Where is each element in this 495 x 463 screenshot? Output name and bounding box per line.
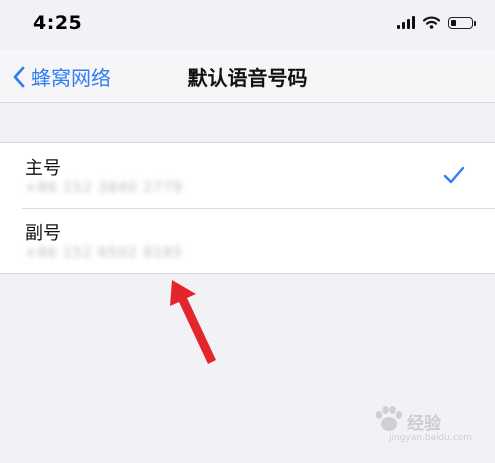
battery-level (451, 19, 456, 26)
line-label: 主号 (25, 158, 61, 179)
wifi-icon (423, 16, 440, 29)
status-time: 4:25 (33, 12, 83, 34)
battery-icon (448, 16, 476, 29)
watermark-brand: 经验 (407, 414, 441, 434)
checkmark-icon (443, 166, 465, 184)
cellular-signal-icon (397, 16, 415, 29)
status-bar: 4:25 (0, 0, 495, 50)
status-icons (397, 16, 476, 29)
navigation-bar: 蜂窝网络 默认语音号码 (0, 50, 495, 103)
list-item-secondary-line[interactable]: 副号 +86 152 6502 8185 (0, 208, 495, 273)
list-item-primary-line[interactable]: 主号 +86 152 3840 2779 (0, 143, 495, 208)
red-arrow-annotation (170, 280, 216, 364)
line-label: 副号 (25, 223, 61, 244)
voice-line-list: 主号 +86 152 3840 2779 副号 +86 152 6502 818… (0, 142, 495, 274)
line-number: +86 152 3840 2779 (25, 180, 183, 196)
baidu-jingyan-watermark: 经验 jingyan.baidu.com (373, 399, 473, 449)
page-title: 默认语音号码 (187, 66, 308, 90)
paw-logo-icon (375, 406, 403, 431)
line-number: +86 152 6502 8185 (25, 245, 183, 261)
watermark-url: jingyan.baidu.com (389, 433, 473, 443)
